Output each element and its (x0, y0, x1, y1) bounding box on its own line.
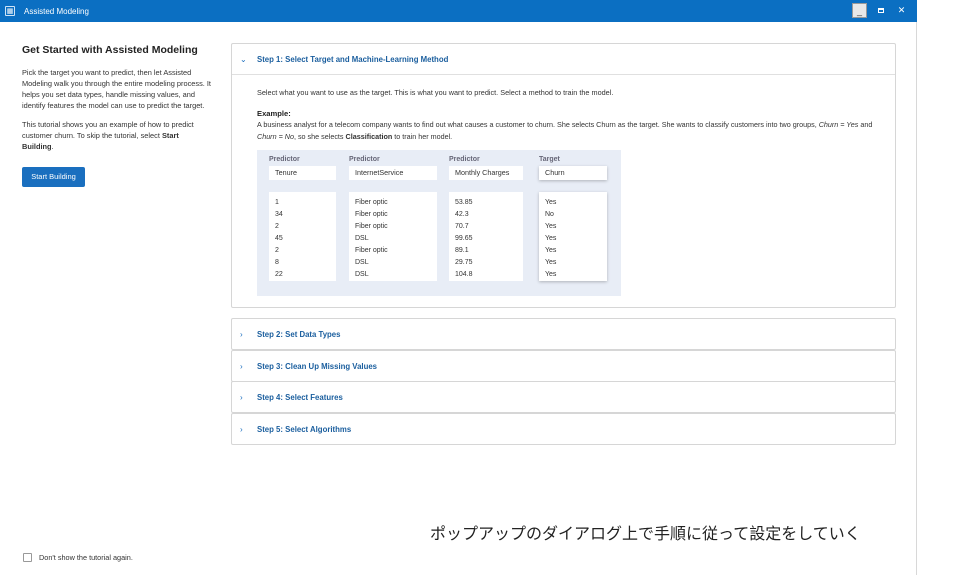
step-5-header[interactable]: › Step 5: Select Algorithms (232, 414, 895, 444)
example-heading: Example: (257, 109, 291, 118)
table-cell: Yes (545, 259, 557, 266)
chevron-down-icon: ⌄ (240, 54, 247, 64)
column-internetservice: Predictor InternetService Fiber optic Fib… (349, 150, 437, 281)
checkbox[interactable] (23, 553, 32, 562)
step-2-label: Step 2: Set Data Types (257, 329, 341, 339)
table-cell: 45 (275, 235, 283, 242)
app-icon: ▦ (5, 6, 15, 16)
step-1-header[interactable]: ⌄ Step 1: Select Target and Machine-Lear… (232, 44, 895, 74)
checkbox-label: Don't show the tutorial again. (39, 553, 133, 562)
table-cell: Yes (545, 247, 557, 254)
column-tenure: Predictor Tenure 1 34 2 45 2 8 22 (269, 150, 336, 281)
assisted-modeling-window: ▦ Assisted Modeling _ ✕ Get Started with… (0, 0, 917, 575)
caption-text: ポップアップのダイアログ上で手順に従って設定をしていく (430, 524, 861, 543)
step-1-label: Step 1: Select Target and Machine-Learni… (257, 54, 449, 64)
table-cell: Fiber optic (355, 247, 388, 254)
maximize-button[interactable] (873, 3, 888, 18)
table-cell: 99.65 (455, 235, 473, 242)
step-4-label: Step 4: Select Features (257, 392, 343, 402)
table-cell: Yes (545, 199, 557, 206)
intro-heading: Get Started with Assisted Modeling (22, 44, 198, 56)
step-4-panel[interactable]: › Step 4: Select Features (231, 381, 896, 413)
table-cell: 2 (275, 247, 279, 254)
chevron-right-icon: › (240, 424, 243, 434)
table-cell: 42.3 (455, 211, 469, 218)
dont-show-again-option[interactable]: Don't show the tutorial again. (23, 553, 133, 562)
step-1-panel: ⌄ Step 1: Select Target and Machine-Lear… (231, 43, 896, 308)
minimize-button[interactable]: _ (852, 3, 867, 18)
table-cell: 34 (275, 211, 283, 218)
table-cell: 104.8 (455, 271, 473, 278)
column-churn-target: Target Churn Yes No Yes Yes Yes Yes Yes (539, 150, 607, 281)
step-3-header[interactable]: › Step 3: Clean Up Missing Values (232, 351, 895, 381)
column-monthly-charges: Predictor Monthly Charges 53.85 42.3 70.7 9… (449, 150, 523, 281)
table-cell: No (545, 211, 554, 218)
step-1-intro: Select what you want to use as the targe… (257, 88, 614, 97)
step-3-panel[interactable]: › Step 3: Clean Up Missing Values (231, 350, 896, 382)
table-cell: Fiber optic (355, 223, 388, 230)
step-4-header[interactable]: › Step 4: Select Features (232, 382, 895, 412)
step-2-panel[interactable]: › Step 2: Set Data Types (231, 318, 896, 350)
step-3-label: Step 3: Clean Up Missing Values (257, 361, 378, 371)
table-cell: Fiber optic (355, 199, 388, 206)
step-2-header[interactable]: › Step 2: Set Data Types (232, 319, 895, 349)
table-cell: Yes (545, 223, 557, 230)
table-cell: 2 (275, 223, 279, 230)
maximize-icon (877, 8, 884, 13)
table-cell: 22 (275, 271, 283, 278)
chevron-right-icon: › (240, 361, 243, 371)
step-5-label: Step 5: Select Algorithms (257, 424, 352, 434)
tutorial-paragraph: This tutorial shows you an example of ho… (22, 120, 194, 151)
chevron-right-icon: › (240, 329, 243, 339)
table-cell: Yes (545, 271, 557, 278)
close-icon: ✕ (897, 5, 906, 15)
table-cell: 8 (275, 259, 279, 266)
table-cell: 70.7 (455, 223, 469, 230)
step-5-panel[interactable]: › Step 5: Select Algorithms (231, 413, 896, 445)
intro-panel: Get Started with Assisted Modeling Pick … (22, 44, 212, 187)
table-cell: DSL (355, 271, 369, 278)
table-cell: 1 (275, 199, 279, 206)
table-cell: Fiber optic (355, 211, 388, 218)
intro-paragraph: Pick the target you want to predict, the… (22, 68, 211, 110)
table-cell: DSL (355, 235, 369, 242)
table-cell: 29.75 (455, 259, 473, 266)
table-cell: DSL (355, 259, 369, 266)
window-title: Assisted Modeling (24, 6, 89, 16)
example-text: A business analyst for a telecom company… (257, 120, 873, 141)
table-cell: 89.1 (455, 247, 469, 254)
title-bar: ▦ Assisted Modeling _ ✕ (0, 0, 917, 22)
table-cell: Yes (545, 235, 557, 242)
example-table: Predictor Tenure 1 34 2 45 2 8 22 Predictor In… (257, 150, 621, 296)
close-button[interactable]: ✕ (894, 3, 909, 18)
start-building-button[interactable]: Start Building (22, 167, 85, 187)
step-1-body: Select what you want to use as the targe… (232, 74, 895, 307)
table-cell: 53.85 (455, 199, 473, 206)
chevron-right-icon: › (240, 392, 243, 402)
